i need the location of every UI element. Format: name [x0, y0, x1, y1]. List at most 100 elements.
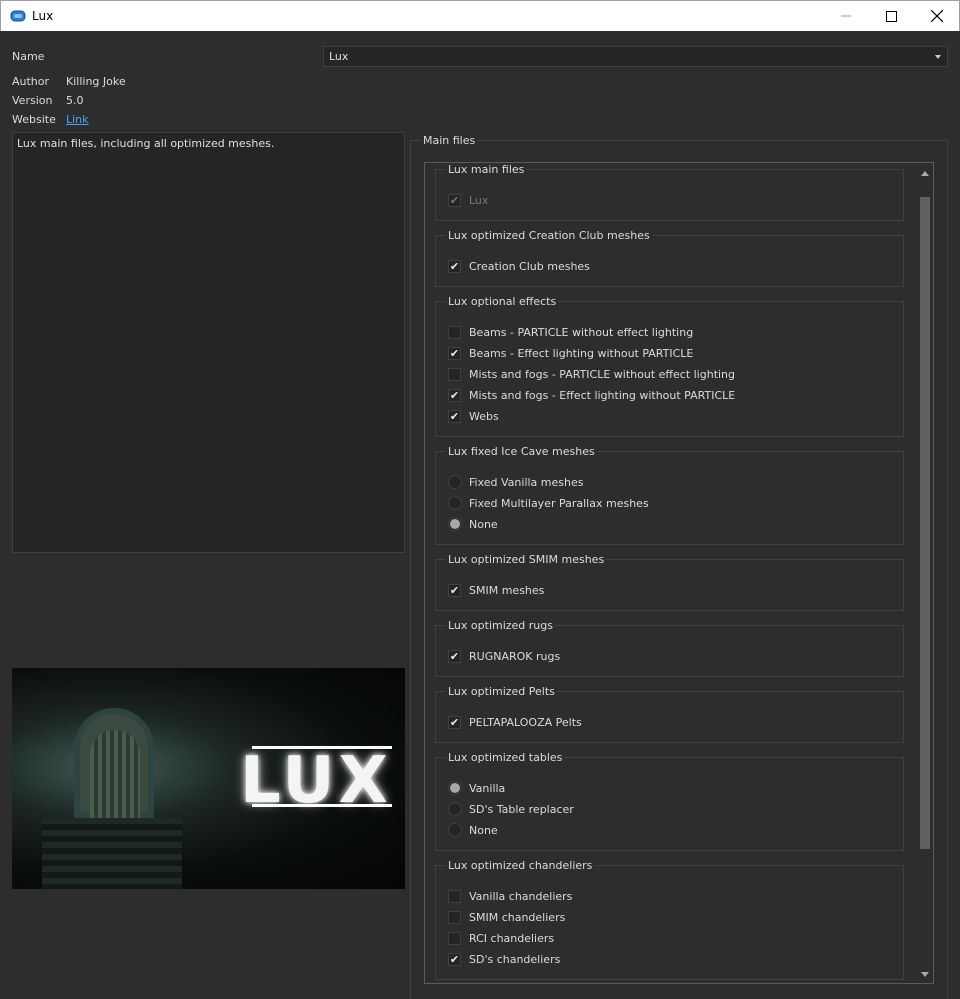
radio-option[interactable]: SD's Table replacer: [448, 801, 574, 817]
checkbox[interactable]: [448, 931, 461, 945]
option-label: None: [469, 823, 498, 837]
radio-button[interactable]: [448, 802, 462, 816]
version-label: Version: [12, 94, 53, 107]
checkbox[interactable]: ✔: [448, 649, 461, 663]
website-label: Website: [12, 113, 56, 126]
checkbox[interactable]: ✔: [448, 715, 461, 729]
checkbox[interactable]: ✔: [448, 388, 461, 402]
checkbox-option[interactable]: ✔ Beams - Effect lighting without PARTICL…: [448, 345, 693, 361]
scroll-down-icon[interactable]: [921, 972, 929, 977]
vertical-scrollbar[interactable]: [917, 163, 933, 983]
checkbox-option[interactable]: ✔ SD's chandeliers: [448, 951, 560, 967]
checkbox-option[interactable]: RCI chandeliers: [448, 930, 554, 946]
maximize-button[interactable]: [868, 1, 914, 31]
checkbox[interactable]: ✔: [448, 346, 461, 360]
checkbox-option[interactable]: ✔ SMIM meshes: [448, 582, 544, 598]
option-group: Lux main files ✔ Lux: [435, 163, 904, 221]
option-label: Lux: [469, 193, 489, 207]
option-group: Lux fixed Ice Cave meshes Fixed Vanilla m…: [435, 445, 904, 545]
radio-button[interactable]: [448, 496, 462, 510]
option-label: RCI chandeliers: [469, 931, 555, 945]
option-label: Fixed Multilayer Parallax meshes: [469, 496, 649, 510]
option-group-title: Lux optimized tables: [446, 751, 565, 764]
name-dropdown[interactable]: Lux: [323, 46, 948, 67]
options-scroll-area[interactable]: Lux main files ✔ Lux Lux optimized Creation…: [424, 162, 934, 984]
option-group-title: Lux main files: [446, 163, 527, 176]
name-label: Name: [12, 50, 45, 63]
option-label: Vanilla chandeliers: [469, 889, 573, 903]
option-group-title: Lux optimized SMIM meshes: [446, 553, 607, 566]
option-label: SD's chandeliers: [469, 952, 561, 966]
option-label: Mists and fogs - PARTICLE without effect…: [469, 367, 736, 381]
preview-image: LUX: [12, 668, 405, 889]
radio-button[interactable]: [448, 475, 462, 489]
option-group: Lux optimized SMIM meshes ✔ SMIM meshes: [435, 553, 904, 611]
author-label: Author: [12, 75, 50, 88]
radio-option[interactable]: Fixed Multilayer Parallax meshes: [448, 495, 649, 511]
option-group: Lux optimized tables Vanilla SD's Table re…: [435, 751, 904, 851]
close-icon: [931, 10, 943, 22]
name-value: Lux: [329, 50, 349, 63]
option-label: Creation Club meshes: [469, 259, 590, 273]
option-label: Vanilla: [469, 781, 506, 795]
checkbox[interactable]: [448, 910, 461, 924]
main-files-title: Main files: [421, 134, 478, 147]
option-label: Beams - PARTICLE without effect lighting: [469, 325, 694, 339]
option-label: Mists and fogs - Effect lighting without…: [469, 388, 736, 402]
title-bar: Lux: [0, 0, 960, 31]
checkbox[interactable]: [448, 367, 461, 381]
version-value: 5.0: [66, 94, 84, 107]
checkbox-option[interactable]: ✔ Webs: [448, 408, 499, 424]
checkbox-option: ✔ Lux: [448, 192, 488, 208]
option-group-title: Lux optimized rugs: [446, 619, 555, 632]
close-button[interactable]: [914, 1, 960, 31]
option-group-title: Lux optional effects: [446, 295, 559, 308]
radio-button[interactable]: [448, 823, 462, 837]
maximize-icon: [885, 10, 897, 22]
option-group: Lux optimized rugs ✔ RUGNAROK rugs: [435, 619, 904, 677]
option-group-title: Lux optimized Creation Club meshes: [446, 229, 652, 242]
radio-option[interactable]: Fixed Vanilla meshes: [448, 474, 583, 490]
option-group-title: Lux optimized chandeliers: [446, 859, 595, 872]
checkbox-option[interactable]: Mists and fogs - PARTICLE without effect…: [448, 366, 735, 382]
option-group-title: Lux optimized Pelts: [446, 685, 557, 698]
checkbox[interactable]: ✔: [448, 952, 461, 966]
radio-option[interactable]: None: [448, 822, 498, 838]
radio-dot: [450, 783, 460, 793]
window-title: Lux: [32, 9, 54, 23]
checkbox-option[interactable]: ✔ PELTAPALOOZA Pelts: [448, 714, 582, 730]
description-textbox[interactable]: Lux main files, including all optimized …: [12, 132, 405, 553]
checkbox[interactable]: ✔: [448, 583, 461, 597]
radio-button[interactable]: [448, 517, 462, 531]
checkbox-option[interactable]: Vanilla chandeliers: [448, 888, 572, 904]
checkbox[interactable]: [448, 889, 461, 903]
checkbox-option[interactable]: ✔ RUGNAROK rugs: [448, 648, 560, 664]
radio-option[interactable]: Vanilla: [448, 780, 505, 796]
checkbox[interactable]: [448, 325, 461, 339]
description-text: Lux main files, including all optimized …: [17, 137, 275, 150]
checkbox-option[interactable]: SMIM chandeliers: [448, 909, 565, 925]
option-label: Webs: [469, 409, 499, 423]
website-link[interactable]: Link: [66, 113, 89, 126]
checkbox[interactable]: ✔: [448, 409, 461, 423]
checkbox-option[interactable]: ✔ Creation Club meshes: [448, 258, 590, 274]
option-label: None: [469, 517, 498, 531]
option-group-title: Lux fixed Ice Cave meshes: [446, 445, 597, 458]
radio-option[interactable]: None: [448, 516, 498, 532]
option-group: Lux optimized chandeliers Vanilla chandel…: [435, 859, 904, 980]
chevron-down-icon: [935, 55, 941, 59]
option-label: SMIM chandeliers: [469, 910, 566, 924]
option-label: Beams - Effect lighting without PARTICLE: [469, 346, 694, 360]
app-icon: [10, 10, 26, 22]
option-group: Lux optional effects Beams - PARTICLE wit…: [435, 295, 904, 437]
scroll-up-icon[interactable]: [921, 171, 929, 176]
minimize-button[interactable]: [823, 1, 869, 31]
checkbox[interactable]: ✔: [448, 259, 461, 273]
radio-dot: [450, 519, 460, 529]
radio-button[interactable]: [448, 781, 462, 795]
author-value: Killing Joke: [66, 75, 126, 88]
option-group: Lux optimized Creation Club meshes ✔ Creat…: [435, 229, 904, 287]
scroll-thumb[interactable]: [920, 197, 930, 849]
checkbox-option[interactable]: Beams - PARTICLE without effect lighting: [448, 324, 693, 340]
checkbox-option[interactable]: ✔ Mists and fogs - Effect lighting withou…: [448, 387, 735, 403]
